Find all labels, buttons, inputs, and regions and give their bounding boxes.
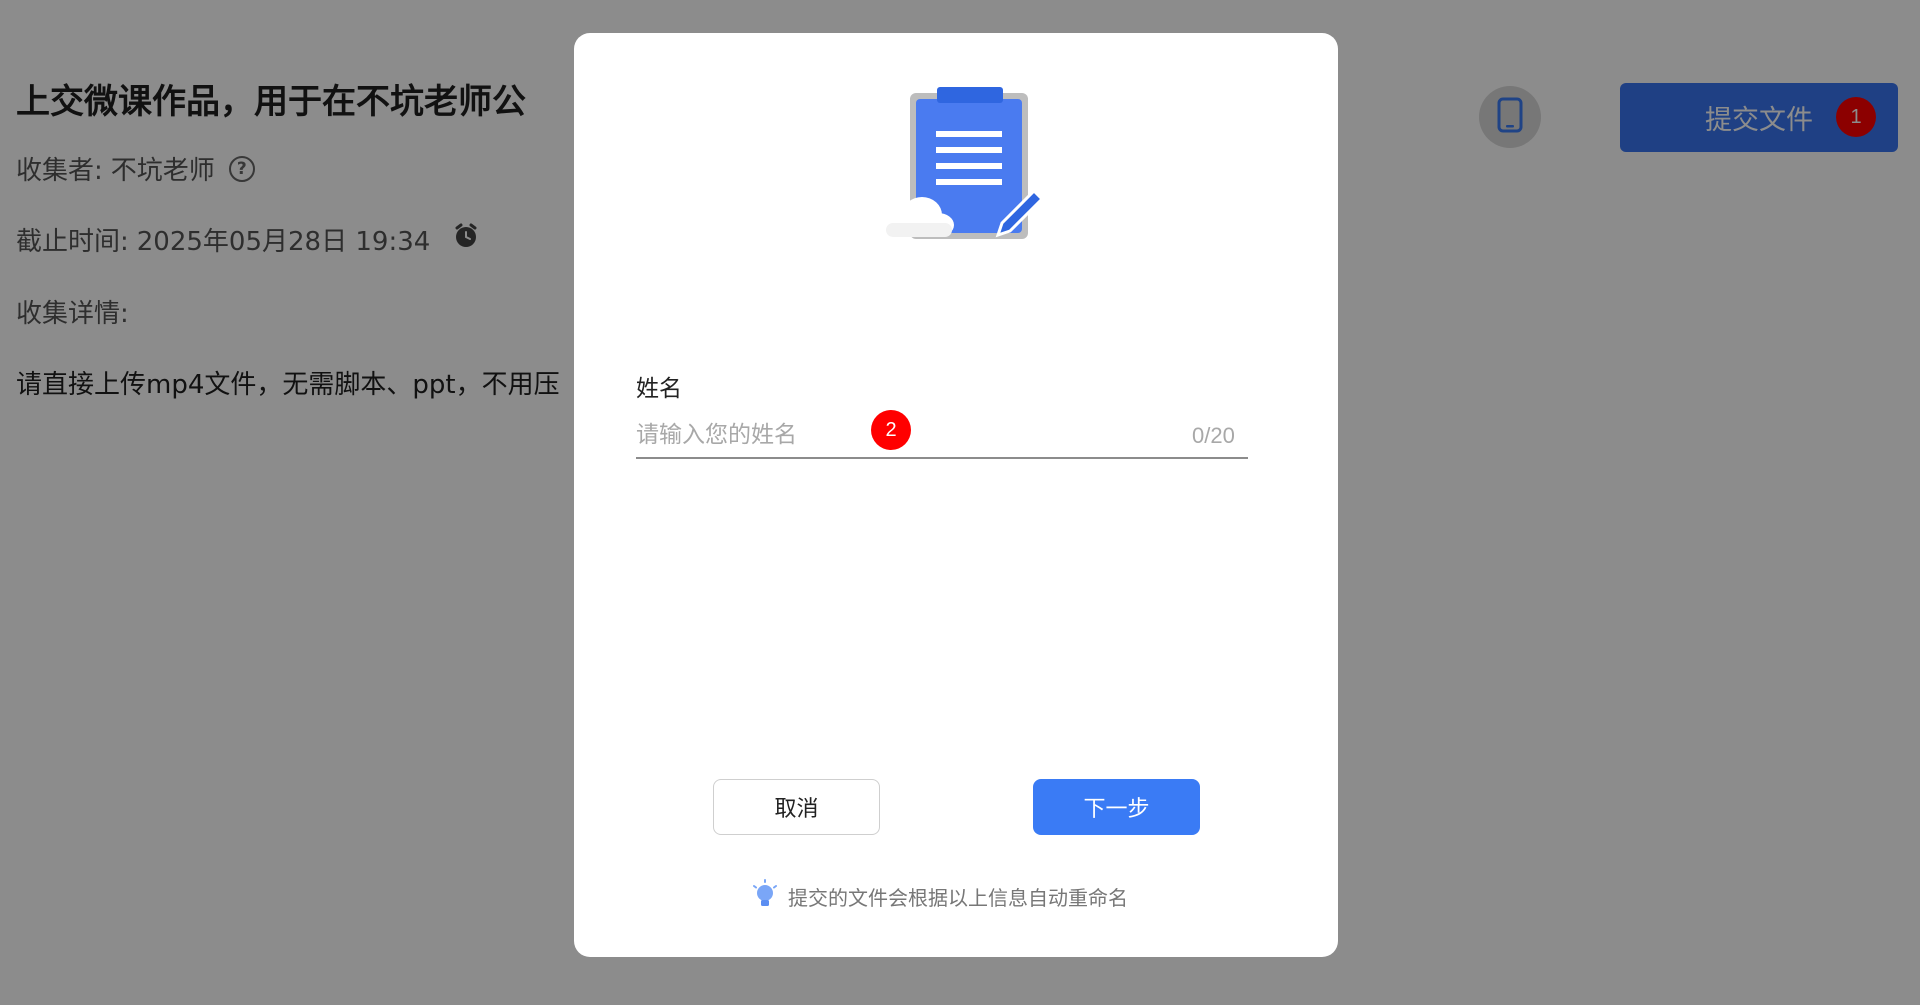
submit-dialog: 姓名 0/20 2 取消 下一步 提交的文件会根据以上信息自动重命名 xyxy=(574,33,1338,957)
lightbulb-icon xyxy=(750,878,780,915)
cancel-button[interactable]: 取消 xyxy=(713,779,880,835)
name-input[interactable] xyxy=(636,413,1248,459)
name-field-label: 姓名 xyxy=(636,376,682,402)
tip-text: 提交的文件会根据以上信息自动重命名 xyxy=(788,886,1128,910)
char-count: 0/20 xyxy=(1192,423,1235,448)
rename-tip: 提交的文件会根据以上信息自动重命名 xyxy=(750,878,1128,915)
next-step-button[interactable]: 下一步 xyxy=(1033,779,1200,835)
step-badge-2: 2 xyxy=(871,410,911,450)
clipboard-edit-illustration xyxy=(874,83,1049,243)
